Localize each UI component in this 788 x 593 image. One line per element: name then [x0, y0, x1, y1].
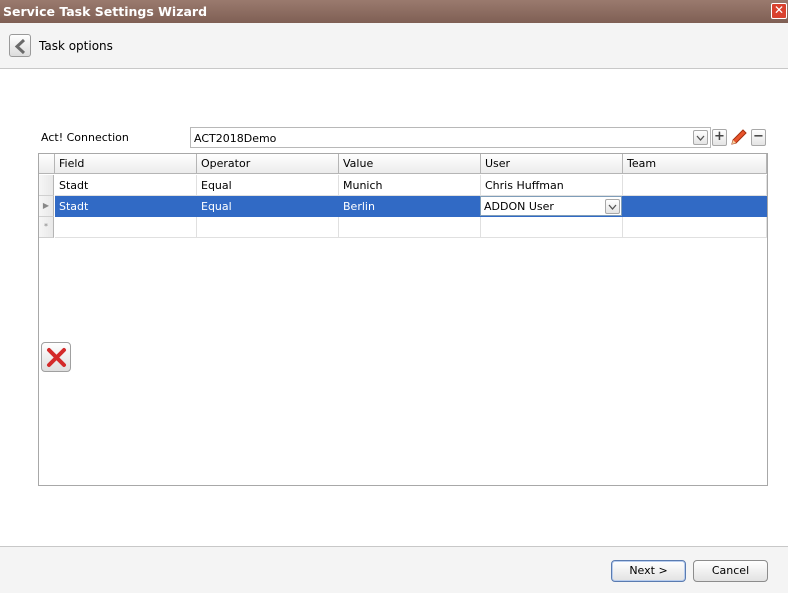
delete-x-icon — [47, 348, 66, 367]
connection-label: Act! Connection — [41, 131, 129, 144]
column-header-field[interactable]: Field — [55, 154, 197, 174]
wizard-footer: Next > Cancel — [0, 546, 788, 593]
close-icon: ✕ — [773, 3, 785, 17]
grid-corner — [39, 154, 55, 174]
page-title: Task options — [39, 39, 113, 53]
table-cell-operator[interactable]: Equal — [197, 196, 339, 217]
wizard-header: Task options — [0, 23, 788, 69]
table-cell-value[interactable]: Munich — [339, 175, 481, 196]
column-header-value[interactable]: Value — [339, 154, 481, 174]
chevron-down-icon[interactable] — [693, 130, 708, 145]
row-indicator[interactable] — [39, 175, 54, 196]
remove-connection-button[interactable]: − — [751, 129, 766, 146]
current-row-indicator[interactable]: ▶ — [39, 196, 54, 217]
add-connection-button[interactable]: + — [712, 129, 727, 146]
column-header-operator[interactable]: Operator — [197, 154, 339, 174]
table-cell-field[interactable]: Stadt — [55, 196, 197, 217]
cancel-button[interactable]: Cancel — [693, 560, 768, 582]
table-cell-value[interactable]: Berlin — [339, 196, 481, 217]
table-cell-team[interactable] — [623, 196, 767, 217]
new-row-cell[interactable] — [197, 217, 339, 238]
asterisk-icon: * — [44, 222, 48, 231]
pencil-icon — [731, 129, 747, 145]
user-select-value: ADDON User — [484, 200, 554, 213]
user-select[interactable]: ADDON User — [480, 196, 622, 216]
new-row-cell[interactable] — [623, 217, 767, 238]
connection-select[interactable]: ACT2018Demo — [190, 127, 711, 148]
table-cell-team[interactable] — [623, 175, 767, 196]
window-titlebar: Service Task Settings Wizard ✕ — [0, 0, 788, 23]
table-cell-operator[interactable]: Equal — [197, 175, 339, 196]
new-row-cell[interactable] — [55, 217, 197, 238]
delete-row-button[interactable] — [41, 342, 71, 372]
row-pointer-icon: ▶ — [42, 201, 50, 210]
column-header-team[interactable]: Team — [623, 154, 767, 174]
table-cell-user[interactable]: Chris Huffman — [481, 175, 623, 196]
chevron-left-icon — [14, 39, 26, 54]
minus-icon: − — [753, 129, 764, 144]
rules-grid: Field Operator Value User Team Stadt Equ… — [38, 153, 768, 486]
chevron-down-icon[interactable] — [605, 199, 620, 214]
new-row-indicator[interactable]: * — [39, 217, 54, 238]
connection-value: ACT2018Demo — [194, 132, 277, 145]
back-button[interactable] — [9, 34, 31, 57]
edit-connection-button[interactable] — [729, 128, 749, 147]
window-title: Service Task Settings Wizard — [3, 4, 208, 19]
new-row-cell[interactable] — [339, 217, 481, 238]
column-header-user[interactable]: User — [481, 154, 623, 174]
table-cell-field[interactable]: Stadt — [55, 175, 197, 196]
plus-icon: + — [714, 129, 725, 144]
close-button[interactable]: ✕ — [771, 3, 787, 19]
new-row-cell[interactable] — [481, 217, 623, 238]
next-button[interactable]: Next > — [611, 560, 686, 582]
